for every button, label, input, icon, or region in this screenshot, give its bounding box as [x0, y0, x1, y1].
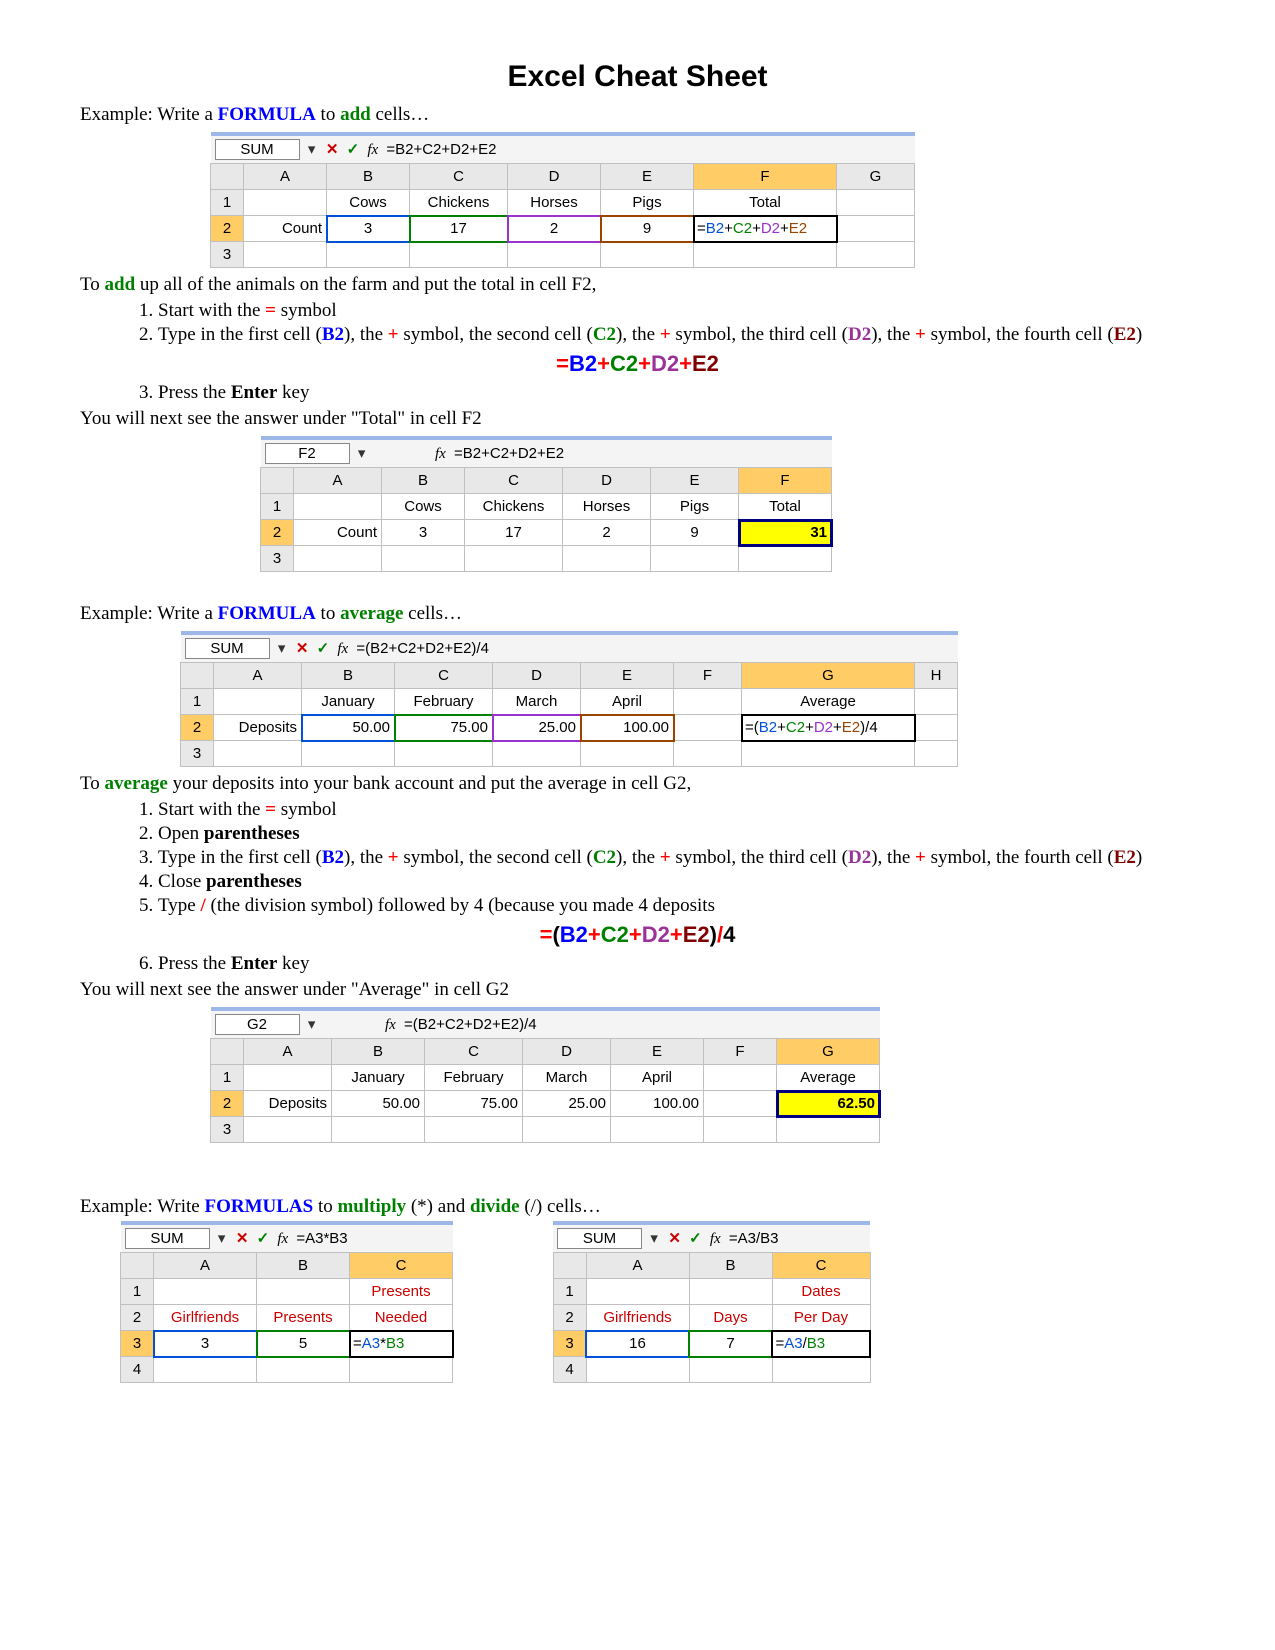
confirm-icon[interactable]: ✓	[257, 1230, 270, 1247]
example3-intro: Example: Write FORMULAS to multiply (*) …	[80, 1196, 1195, 1218]
cancel-icon[interactable]: ✕	[668, 1230, 681, 1247]
cell[interactable]	[244, 190, 327, 216]
example1-intro: Example: Write a FORMULA to add cells…	[80, 104, 1195, 126]
col-header[interactable]: A	[244, 164, 327, 190]
dropdown-icon[interactable]: ▾	[274, 639, 290, 657]
formula-display-avg: =(B2+C2+D2+E2)/4	[80, 922, 1195, 948]
confirm-icon[interactable]: ✓	[347, 141, 360, 158]
dropdown-icon[interactable]: ▾	[354, 444, 370, 462]
cell[interactable]: 3	[327, 216, 410, 242]
cell[interactable]: Count	[244, 216, 327, 242]
name-box[interactable]: F2	[265, 443, 350, 464]
cancel-icon[interactable]: ✕	[236, 1230, 249, 1247]
col-header[interactable]: E	[601, 164, 694, 190]
row-header[interactable]: 3	[211, 242, 244, 268]
active-cell[interactable]: =(B2+C2+D2+E2)/4	[742, 715, 915, 741]
cell[interactable]: 2	[508, 216, 601, 242]
confirm-icon[interactable]: ✓	[689, 1230, 702, 1247]
page-title: Excel Cheat Sheet	[80, 60, 1195, 94]
cell[interactable]	[837, 216, 915, 242]
fx-icon[interactable]: fx	[435, 446, 446, 462]
excel-shot-avg-edit: SUM ▾ ✕ ✓ fx =(B2+C2+D2+E2)/4 A B C D E …	[180, 631, 1195, 767]
col-header[interactable]: F	[694, 164, 837, 190]
add-result-line: You will next see the answer under "Tota…	[80, 408, 1195, 430]
avg-result-line: You will next see the answer under "Aver…	[80, 979, 1195, 1001]
dropdown-icon[interactable]: ▾	[304, 1015, 320, 1033]
add-steps: Start with the = symbol Type in the firs…	[80, 299, 1195, 347]
dropdown-icon[interactable]: ▾	[304, 140, 320, 158]
excel-shot-divide: SUM ▾ ✕ ✓ fx =A3/B3 A B C 1 Dates 2 Girl…	[553, 1221, 871, 1383]
row-header[interactable]: 2	[211, 216, 244, 242]
cell[interactable]: Total	[694, 190, 837, 216]
avg-expl: To average your deposits into your bank …	[80, 773, 1195, 795]
cell[interactable]: Cows	[327, 190, 410, 216]
confirm-icon[interactable]: ✓	[317, 640, 330, 657]
cell[interactable]: 17	[410, 216, 508, 242]
col-header[interactable]: B	[327, 164, 410, 190]
cell[interactable]: Chickens	[410, 190, 508, 216]
avg-steps-cont: Press the Enter key	[80, 952, 1195, 976]
row-header[interactable]: 1	[211, 190, 244, 216]
formula-bar-text[interactable]: =B2+C2+D2+E2	[386, 141, 496, 158]
avg-steps: Start with the = symbol Open parentheses…	[80, 798, 1195, 918]
col-header[interactable]: C	[410, 164, 508, 190]
fx-icon[interactable]: fx	[710, 1231, 721, 1247]
excel-shot-avg-result: G2 ▾ fx =(B2+C2+D2+E2)/4 A B C D E F G 1…	[210, 1007, 1195, 1143]
fx-icon[interactable]: fx	[385, 1017, 396, 1033]
cancel-icon[interactable]: ✕	[296, 640, 309, 657]
example2-intro: Example: Write a FORMULA to average cell…	[80, 603, 1195, 625]
active-cell[interactable]: =B2+C2+D2+E2	[694, 216, 837, 242]
cell[interactable]	[837, 190, 915, 216]
fx-icon[interactable]: fx	[337, 641, 348, 657]
cancel-icon[interactable]: ✕	[326, 141, 339, 158]
fx-icon[interactable]: fx	[367, 142, 378, 158]
excel-shot-add-edit: SUM ▾ ✕ ✓ fx =B2+C2+D2+E2 A B C D E F G …	[210, 132, 1195, 268]
active-cell[interactable]: =A3/B3	[772, 1331, 870, 1357]
dropdown-icon[interactable]: ▾	[646, 1229, 662, 1247]
add-steps-cont: Press the Enter key	[80, 381, 1195, 405]
col-header[interactable]: G	[837, 164, 915, 190]
fx-icon[interactable]: fx	[277, 1231, 288, 1247]
result-cell[interactable]: 31	[739, 520, 832, 546]
result-cell[interactable]: 62.50	[777, 1091, 880, 1117]
name-box[interactable]: SUM	[215, 139, 300, 160]
formula-display-add: =B2+C2+D2+E2	[80, 351, 1195, 377]
cell[interactable]: Horses	[508, 190, 601, 216]
cell[interactable]: Pigs	[601, 190, 694, 216]
add-expl: To add up all of the animals on the farm…	[80, 274, 1195, 296]
formula-bar-text[interactable]: =B2+C2+D2+E2	[454, 445, 564, 462]
dropdown-icon[interactable]: ▾	[214, 1229, 230, 1247]
col-header[interactable]: D	[508, 164, 601, 190]
active-cell[interactable]: =A3*B3	[350, 1331, 453, 1357]
excel-shot-add-result: F2 ▾ fx =B2+C2+D2+E2 A B C D E F 1 Cows …	[260, 436, 1195, 572]
cell[interactable]: 9	[601, 216, 694, 242]
excel-shot-multiply: SUM ▾ ✕ ✓ fx =A3*B3 A B C 1 Presents 2 G…	[120, 1221, 453, 1383]
